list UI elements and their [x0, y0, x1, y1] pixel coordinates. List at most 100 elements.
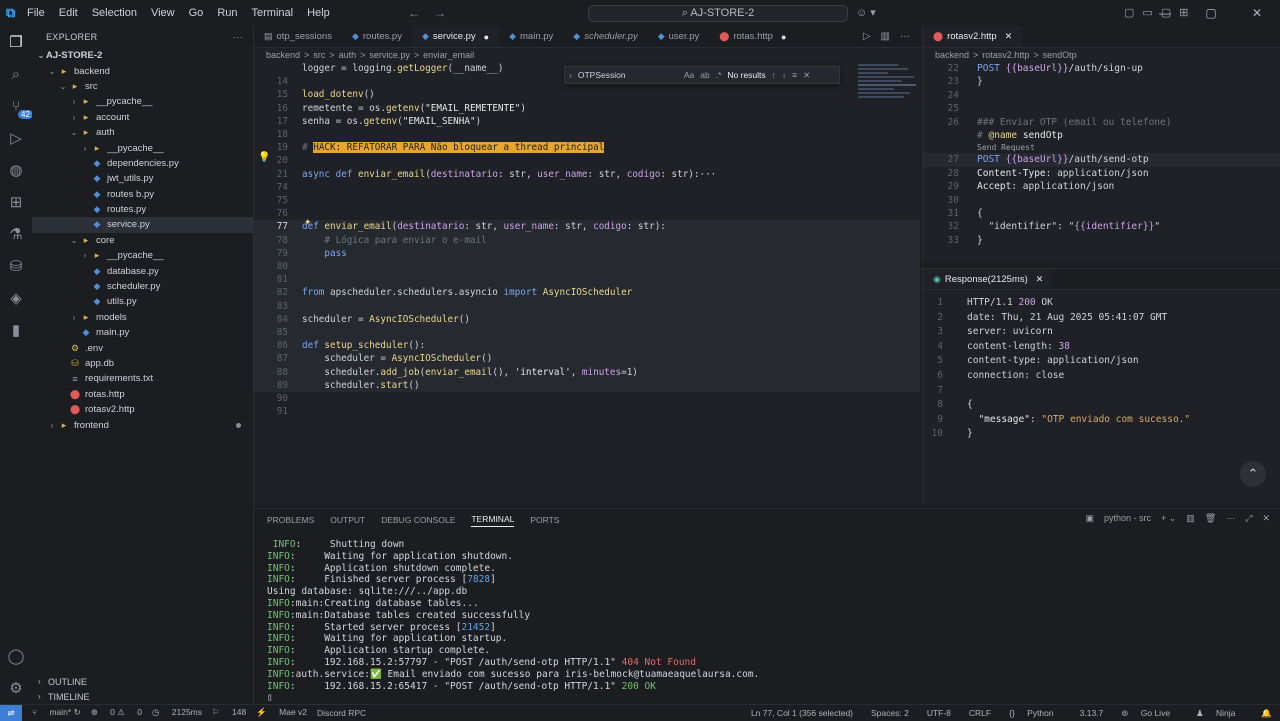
tree-item-auth[interactable]: ⌄ ▸ auth	[32, 125, 253, 140]
tree-item-routes-py[interactable]: ◆ routes.py	[32, 202, 253, 217]
regex-icon[interactable]: .*	[716, 70, 722, 80]
send-request-codelens[interactable]: Send Request	[923, 142, 1280, 153]
modified-dot-icon[interactable]: ●	[781, 32, 786, 42]
command-center[interactable]: ⌕ AJ-STORE-2	[588, 5, 848, 22]
tree-item--pycache-[interactable]: › ▸ __pycache__	[32, 140, 253, 155]
forward-arrow-icon[interactable]: →	[434, 6, 446, 20]
bookmark-icon[interactable]: ▮	[0, 314, 32, 346]
panel-tab-ports[interactable]: PORTS	[530, 515, 559, 525]
breadcrumb-item[interactable]: src	[313, 50, 325, 60]
more-actions-icon[interactable]: ···	[900, 31, 910, 42]
settings-gear-icon[interactable]: ⚙	[0, 672, 32, 704]
extensions-icon[interactable]: ⊞	[0, 186, 32, 218]
run-icon[interactable]: ▷	[863, 31, 871, 42]
more-actions-icon[interactable]: ···	[233, 32, 243, 42]
tree-item-app-db[interactable]: ⛁ app.db	[32, 356, 253, 371]
modified-dot-icon[interactable]: ●	[484, 32, 489, 42]
tree-item-backend[interactable]: ⌄ ▸ backend	[32, 63, 253, 78]
breadcrumb-item[interactable]: service.py	[369, 50, 410, 60]
breadcrumb-item[interactable]: enviar_email	[423, 50, 474, 60]
tree-item-utils-py[interactable]: ◆ utils.py	[32, 294, 253, 309]
match-case-icon[interactable]: Aa	[684, 70, 694, 80]
close-icon[interactable]: ✕	[1036, 274, 1044, 285]
tree-item-frontend[interactable]: › ▸ frontend	[32, 417, 253, 432]
menu-help[interactable]: Help	[300, 7, 337, 19]
terminal-name[interactable]: python - src	[1104, 513, 1151, 524]
menu-run[interactable]: Run	[210, 7, 244, 19]
tree-item-models[interactable]: › ▸ models	[32, 310, 253, 325]
whole-word-icon[interactable]: ab	[700, 70, 709, 80]
tree-item--pycache-[interactable]: › ▸ __pycache__	[32, 248, 253, 263]
workspace-root[interactable]: ⌄ AJ-STORE-2	[32, 48, 253, 63]
tree-item-dependencies-py[interactable]: ◆ dependencies.py	[32, 156, 253, 171]
tree-item--env[interactable]: ⚙ .env	[32, 340, 253, 355]
ports-status[interactable]: ⚐ 148	[212, 707, 246, 718]
tree-item-src[interactable]: ⌄ ▸ src	[32, 79, 253, 94]
maximize-panel-icon[interactable]: ⤢	[1245, 513, 1252, 524]
panel-tab-output[interactable]: OUTPUT	[330, 515, 365, 525]
tab-main-py[interactable]: ◆ main.py	[499, 26, 563, 47]
find-input[interactable]: OTPSession	[578, 70, 678, 80]
http-editor[interactable]: 22 POST {{baseUrl}}/auth/sign-up 23} 24 25 26…	[923, 62, 1280, 247]
tree-item-jwt-utils-py[interactable]: ◆ jwt_utils.py	[32, 171, 253, 186]
testing-icon[interactable]: ⚗	[0, 218, 32, 250]
tree-item-main-py[interactable]: ◆ main.py	[32, 325, 253, 340]
breadcrumb-item[interactable]: backend	[935, 50, 969, 60]
menu-file[interactable]: File	[20, 7, 52, 19]
tab-service-py[interactable]: ◆ service.py ●	[411, 26, 500, 47]
discord-status[interactable]: Discord RPC	[317, 708, 366, 718]
tab-rotasv2[interactable]: ⬤ rotasv2.http ✕	[923, 26, 1023, 47]
tree-item-rotas-http[interactable]: ⬤ rotas.http	[32, 387, 253, 402]
chevron-right-icon[interactable]: ›	[569, 70, 572, 80]
split-editor-icon[interactable]: ▥	[881, 31, 890, 42]
notifications-icon[interactable]: 🔔	[1261, 708, 1272, 719]
new-terminal-icon[interactable]: + ⌄	[1161, 513, 1176, 524]
close-icon[interactable]: ✕	[1005, 31, 1013, 42]
mae-status[interactable]: ⚡ Mae v2	[256, 707, 307, 718]
database-icon[interactable]: ⛁	[0, 250, 32, 282]
panel-tab-terminal[interactable]: TERMINAL	[471, 514, 515, 527]
run-debug-icon[interactable]: ▷	[0, 122, 32, 154]
branch-status[interactable]: ⑂ main* ↻	[32, 707, 81, 718]
layers-icon[interactable]: ◈	[0, 282, 32, 314]
scroll-to-top-icon[interactable]: ⌃	[1240, 461, 1266, 487]
tree-item-scheduler-py[interactable]: ◆ scheduler.py	[32, 279, 253, 294]
tab-otp-sessions[interactable]: ▤ otp_sessions	[254, 26, 342, 47]
remote-icon[interactable]: ◍	[0, 154, 32, 186]
explorer-icon[interactable]: ❐	[0, 26, 32, 58]
python-version[interactable]: 3.13.7	[1080, 708, 1104, 718]
go-live[interactable]: ⊚ Go Live	[1121, 708, 1178, 719]
tree-item-service-py[interactable]: ◆ service.py	[32, 217, 253, 233]
menu-view[interactable]: View	[144, 7, 182, 19]
tab-user-py[interactable]: ◆ user.py	[648, 26, 710, 47]
problems-status[interactable]: ⊗ 0 ⚠ 0	[91, 707, 142, 718]
breadcrumb-item[interactable]: backend	[266, 50, 300, 60]
search-icon[interactable]: ⌕	[0, 58, 32, 90]
remote-indicator-icon[interactable]: ⇌	[0, 704, 22, 721]
more-actions-icon[interactable]: ···	[1226, 513, 1235, 524]
panel-tab-problems[interactable]: PROBLEMS	[267, 515, 314, 525]
tree-item--pycache-[interactable]: › ▸ __pycache__	[32, 94, 253, 109]
copilot-icon[interactable]: ☺ ▾	[856, 6, 876, 19]
tree-item-routes-b-py[interactable]: ◆ routes b.py	[32, 187, 253, 202]
timeline-section[interactable]: › TIMELINE	[32, 689, 254, 704]
tab-rotas-http[interactable]: ⬤ rotas.http ●	[709, 26, 796, 47]
sparkle-icon[interactable]: ✦	[304, 217, 312, 228]
next-match-icon[interactable]: ↓	[782, 70, 786, 80]
close-window-icon[interactable]: ✕	[1234, 6, 1280, 20]
menu-edit[interactable]: Edit	[52, 7, 85, 19]
close-panel-icon[interactable]: ✕	[1262, 513, 1270, 524]
menu-selection[interactable]: Selection	[85, 7, 144, 19]
terminal-output[interactable]: INFO: Shutting down INFO: Waiting for app…	[254, 531, 1280, 704]
split-terminal-icon[interactable]: ▥	[1186, 513, 1195, 524]
previous-match-icon[interactable]: ↑	[772, 70, 776, 80]
tree-item-core[interactable]: ⌄ ▸ core	[32, 233, 253, 248]
find-in-selection-icon[interactable]: ≡	[792, 70, 797, 80]
back-arrow-icon[interactable]: ←	[408, 6, 420, 20]
indentation[interactable]: Spaces: 2	[871, 708, 909, 718]
minimap[interactable]	[854, 62, 920, 122]
tab-response[interactable]: ◉ Response(2125ms) ✕	[923, 269, 1054, 289]
language-mode[interactable]: {} Python	[1009, 708, 1062, 718]
maximize-icon[interactable]: ▢	[1188, 6, 1234, 20]
menu-go[interactable]: Go	[182, 7, 211, 19]
